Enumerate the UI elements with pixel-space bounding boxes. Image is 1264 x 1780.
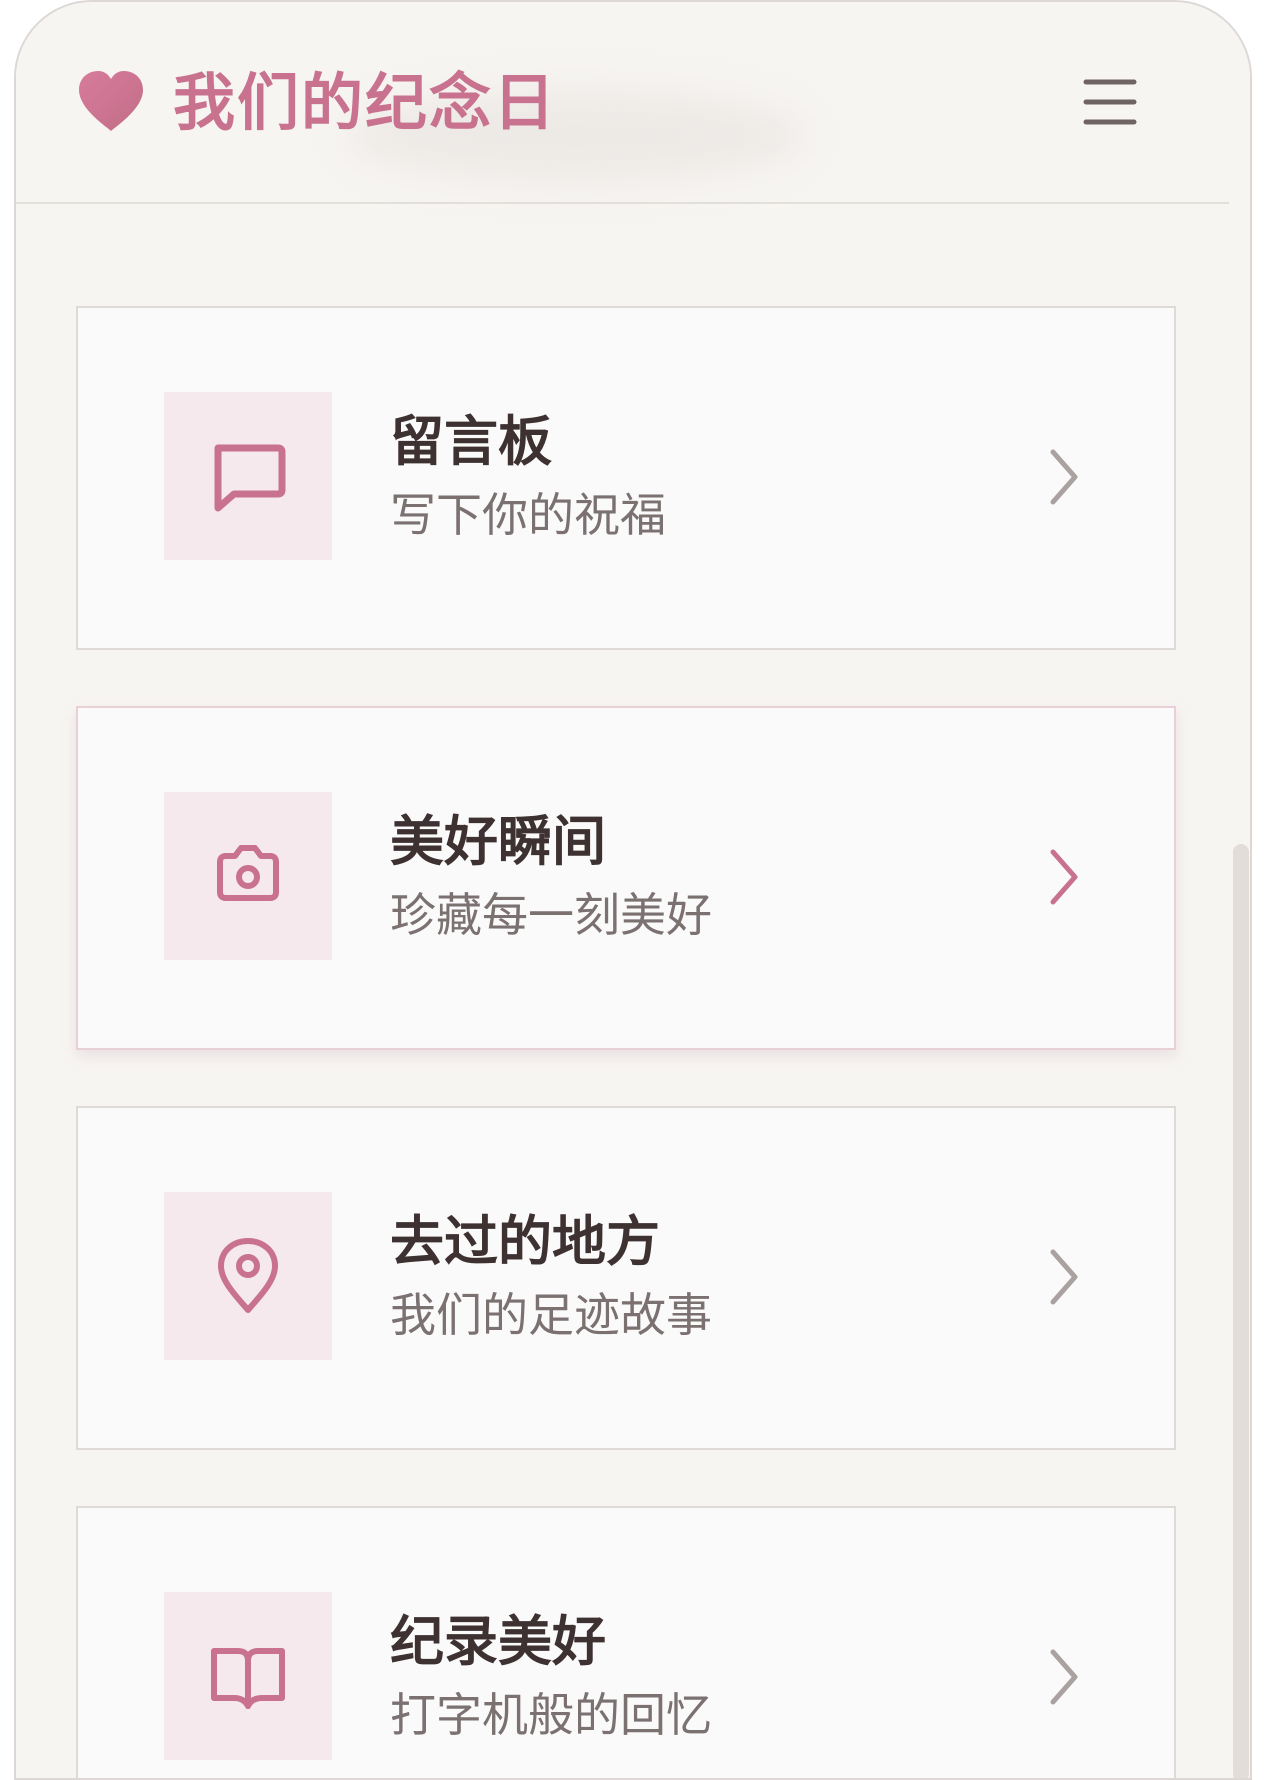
message-board-icon-box [164,392,332,560]
visited-places-title: 去过的地方 [390,1210,660,1273]
vertical-scrollbar[interactable] [1229,2,1250,1778]
chevron-right-icon [1050,1649,1078,1705]
scrollbar-thumb[interactable] [1233,844,1249,1778]
message-board-subtitle: 写下你的祝福 [390,488,666,542]
map-pin-icon [218,1238,278,1313]
chevron-right-icon [1050,1249,1078,1305]
app-screen: 我们的纪念日 留言板 写下你的祝福 美好瞬间 珍藏每一刻美好 去过的地方 我们的… [14,0,1252,1780]
record-beauty-icon-box [164,1592,332,1760]
record-beauty-card[interactable]: 纪录美好 打字机般的回忆 [76,1506,1176,1778]
beautiful-moments-icon-box [164,792,332,960]
beautiful-moments-title: 美好瞬间 [390,810,606,873]
camera-icon [217,845,279,901]
beautiful-moments-subtitle: 珍藏每一刻美好 [390,888,712,942]
heart-icon [79,71,143,131]
beautiful-moments-card[interactable]: 美好瞬间 珍藏每一刻美好 [76,706,1176,1050]
hamburger-menu-icon [1083,79,1137,125]
message-square-icon [214,444,286,512]
menu-button[interactable] [1072,72,1142,132]
chevron-right-icon [1050,449,1078,505]
visited-places-subtitle: 我们的足迹故事 [390,1288,712,1342]
visited-places-icon-box [164,1192,332,1360]
record-beauty-title: 纪录美好 [390,1610,606,1673]
app-title: 我们的纪念日 [173,66,558,139]
message-board-title: 留言板 [390,410,552,473]
message-board-card[interactable]: 留言板 写下你的祝福 [76,306,1176,650]
chevron-right-icon [1050,849,1078,905]
book-open-icon [211,1648,285,1709]
app-header: 我们的纪念日 [16,2,1229,204]
record-beauty-subtitle: 打字机般的回忆 [390,1688,712,1742]
visited-places-card[interactable]: 去过的地方 我们的足迹故事 [76,1106,1176,1450]
